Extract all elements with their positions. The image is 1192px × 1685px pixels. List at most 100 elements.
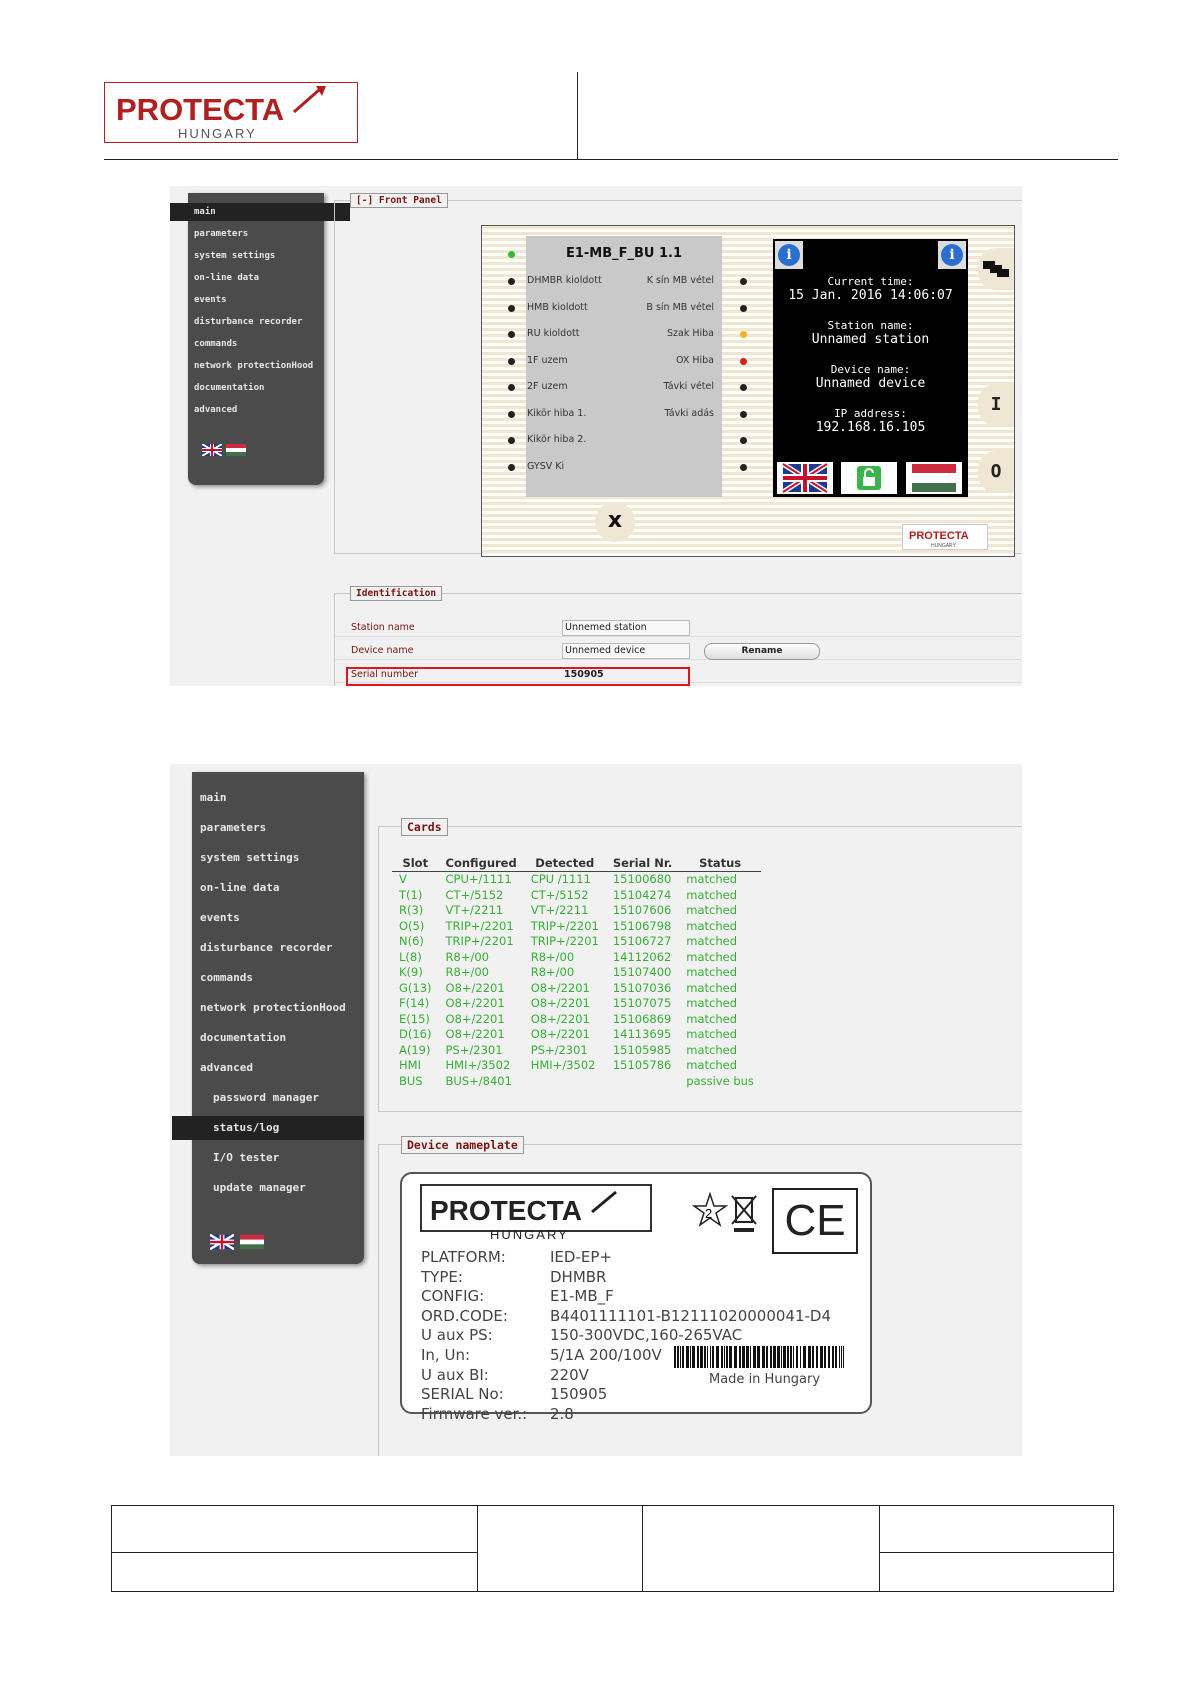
cards-column-header: Detected [523, 856, 606, 872]
sidebar-subitem[interactable]: I/O tester [213, 1146, 279, 1170]
sidebar-item[interactable]: documentation [194, 379, 264, 397]
sidebar-item[interactable]: main [170, 203, 350, 221]
table-row: R(3) VT+/2211 VT+/2211 15107606 matched [392, 903, 761, 919]
menu-button[interactable] [978, 248, 1014, 290]
on-button[interactable]: I [978, 384, 1014, 426]
info-left-button[interactable]: i [775, 241, 803, 269]
identification-legend[interactable]: Identification [350, 586, 443, 601]
serial-number-label: Serial number [351, 669, 418, 680]
sidebar-subitem[interactable]: status/log [172, 1116, 364, 1140]
table-cell: 15105985 [612, 1042, 672, 1057]
table-cell: L(8) [399, 949, 422, 964]
station-name-field[interactable]: Unnemed station [562, 620, 690, 636]
nameplate-value: B4401111101-B12111020000041-D4 [550, 1306, 832, 1325]
sidebar-item[interactable]: network protectionHood [194, 357, 313, 375]
nameplate-legend[interactable]: Device nameplate [401, 1136, 524, 1154]
close-button[interactable]: x [595, 502, 635, 542]
left-led-label: DHMBR kioldott [527, 275, 602, 286]
sidebar-subitem[interactable]: update manager [213, 1176, 306, 1200]
sidebar-item[interactable]: commands [194, 335, 237, 353]
front-panel: E1-MB_F_BU 1.1 DHMBR kioldott HMB kioldot… [481, 225, 1015, 557]
right-led [740, 384, 747, 391]
sidebar-item[interactable]: on-line data [194, 269, 259, 287]
table-cell: O8+/2201 [445, 1027, 505, 1041]
left-led [508, 304, 515, 312]
footer-table [111, 1505, 1114, 1592]
ce-mark: CE [772, 1188, 858, 1254]
sidebar-item[interactable]: commands [200, 966, 253, 990]
uk-flag-icon[interactable] [209, 1233, 235, 1251]
sidebar-subitem[interactable]: password manager [213, 1086, 319, 1110]
table-cell: O8+/2201 [445, 980, 505, 995]
sidebar-item[interactable]: documentation [200, 1026, 286, 1050]
left-led-label: 1F uzem [527, 354, 568, 366]
device-title: E1-MB_F_BU 1.1 [565, 246, 683, 261]
language-en-button[interactable] [777, 461, 833, 495]
sidebar-item[interactable]: system settings [194, 247, 275, 265]
table-cell: O8+/2201 [530, 1027, 590, 1041]
right-led-label: Szak Hiba [667, 328, 714, 339]
sidebar-item[interactable]: parameters [194, 225, 248, 243]
right-led-label: Távki vétel [663, 381, 714, 392]
uk-flag-icon[interactable] [201, 441, 223, 457]
off-button[interactable]: O [978, 451, 1014, 493]
info-icon: i [941, 244, 963, 266]
sidebar-item[interactable]: parameters [200, 816, 266, 840]
svg-text:2: 2 [705, 1206, 712, 1221]
front-panel-legend[interactable]: [-] Front Panel [350, 193, 448, 208]
table-cell: O8+/2201 [530, 980, 590, 995]
left-led-label: 2F uzem [527, 381, 568, 392]
table-cell: O8+/2201 [445, 1011, 505, 1026]
cards-legend[interactable]: Cards [401, 818, 448, 836]
hungary-flag-icon [912, 464, 956, 492]
left-led [508, 278, 515, 285]
sidebar-item[interactable]: on-line data [200, 876, 279, 900]
nameplate-logo: PROTECTA HUNGARY [420, 1184, 652, 1242]
rename-button[interactable]: Rename [704, 643, 820, 660]
cards-column-header: Slot [392, 856, 439, 872]
sidebar-item[interactable]: events [200, 906, 240, 930]
hungary-flag-icon[interactable] [240, 1234, 264, 1250]
unlock-button[interactable] [841, 462, 897, 494]
sidebar-item[interactable]: events [194, 291, 227, 309]
left-led-label: Kikör hiba 2. [527, 434, 587, 445]
table-cell: 15104274 [612, 887, 672, 902]
sidebar-item[interactable]: system settings [200, 846, 299, 870]
nameplate-value: 150-300VDC,160-265VAC [550, 1326, 743, 1345]
left-led [508, 384, 515, 391]
cards-table: Slot Configured Detected Serial Nr. Status V… [392, 856, 761, 1089]
nameplate-label: SERIAL No: [421, 1385, 504, 1404]
table-cell: matched [686, 1058, 738, 1072]
screenshot-status-log-page: main parameters system settings on-line dat… [170, 764, 1022, 1456]
lcd-screen: i i Current time: 15 Jan. 2016 14:06:07 … [773, 239, 968, 497]
table-row: L(8) R8+/00 R8+/00 14112062 matched [392, 950, 761, 966]
barcode [674, 1346, 846, 1368]
table-cell: 15100680 [612, 872, 672, 886]
table-cell: 14113695 [612, 1027, 672, 1041]
sidebar-item[interactable]: disturbance recorder [200, 936, 332, 960]
table-cell: VT+/2211 [445, 903, 504, 917]
device-name-field[interactable]: Unnemed device [562, 643, 690, 659]
table-row: E(15) O8+/2201 O8+/2201 15106869 matched [392, 1012, 761, 1028]
table-cell: O8+/2201 [530, 1011, 590, 1026]
nameplate-label: Firmware ver.: [421, 1404, 528, 1423]
time-label: Current time: [827, 275, 914, 288]
sidebar-item[interactable]: network protectionHood [200, 996, 346, 1020]
sidebar-item[interactable]: advanced [200, 1056, 253, 1080]
sidebar-item[interactable]: main [200, 786, 227, 810]
serial-number-value: 150905 [564, 669, 604, 680]
table-cell: TRIP+/2201 [530, 934, 599, 948]
table-cell: matched [686, 887, 738, 902]
nameplate-value: DHMBR [550, 1267, 607, 1286]
table-cell: matched [686, 980, 738, 995]
sidebar-item[interactable]: advanced [194, 401, 237, 419]
table-cell: PS+/2301 [445, 1042, 503, 1057]
info-right-button[interactable]: i [938, 241, 966, 269]
language-hu-button[interactable] [906, 462, 962, 494]
hungary-flag-icon[interactable] [226, 441, 246, 456]
sidebar-item[interactable]: disturbance recorder [194, 313, 302, 331]
device-nameplate: PROTECTA HUNGARY 2 CE PLATFORM: IED-EP+ TY… [400, 1172, 872, 1423]
table-cell: R(3) [399, 903, 424, 917]
table-cell: 15106727 [612, 934, 672, 948]
made-in-label: Made in Hungary [709, 1372, 821, 1387]
